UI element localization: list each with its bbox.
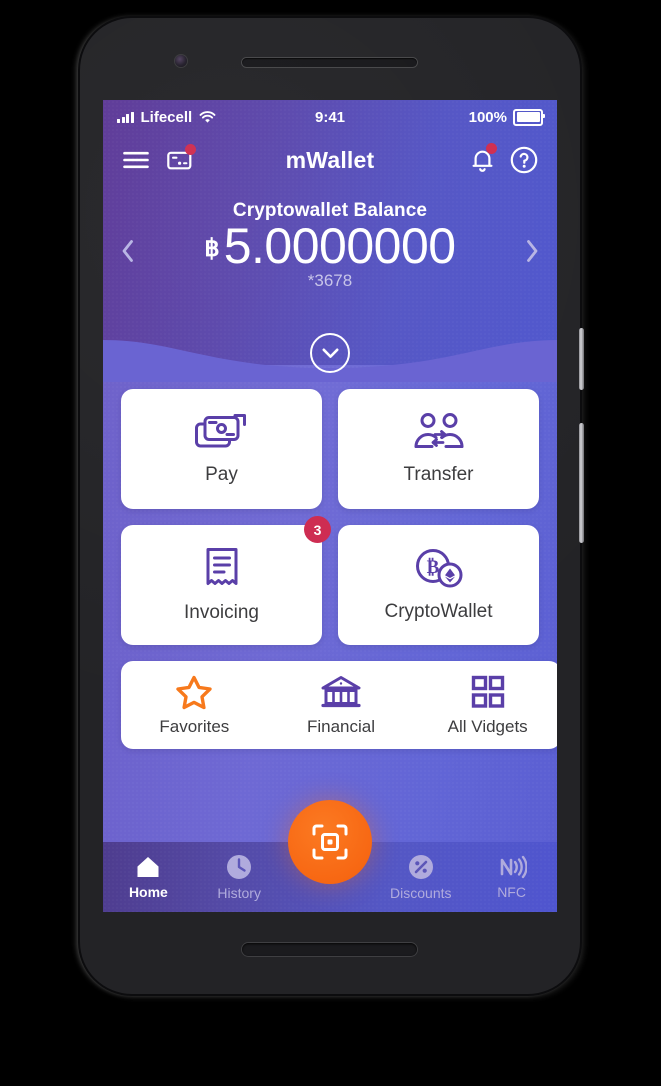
earpiece-speaker bbox=[242, 58, 417, 67]
card-label: Pay bbox=[205, 464, 238, 485]
card-label: Invoicing bbox=[184, 602, 259, 623]
tab-nfc[interactable]: NFC bbox=[466, 854, 557, 900]
widget-all-vidgets[interactable]: All Vidgets bbox=[414, 674, 557, 737]
widget-label: Financial bbox=[306, 716, 376, 736]
people-exchange-icon bbox=[414, 413, 463, 448]
widget-financial[interactable]: Financial bbox=[268, 674, 415, 737]
phone-device-frame: Lifecell 9:41 100% mWallet Cryptowallet … bbox=[80, 18, 584, 994]
widget-label: Favorites bbox=[159, 716, 230, 736]
bank-icon bbox=[321, 675, 361, 707]
status-badge: 3 bbox=[304, 516, 331, 543]
battery-percent-label: 100% bbox=[468, 108, 507, 126]
carrier-label: Lifecell bbox=[140, 108, 193, 126]
balance-block: Cryptowallet Balance ฿ 5.0000000 *3678 bbox=[103, 186, 557, 291]
hamburger-menu-icon[interactable] bbox=[119, 143, 153, 177]
tab-label: History bbox=[217, 885, 261, 901]
card-badge-dot bbox=[185, 144, 196, 155]
tab-label: Discounts bbox=[390, 885, 452, 901]
wifi-icon bbox=[199, 110, 216, 123]
phone-screen: Lifecell 9:41 100% mWallet Cryptowallet … bbox=[103, 100, 557, 912]
signal-bars-icon bbox=[117, 111, 134, 123]
percent-icon bbox=[408, 855, 433, 879]
front-camera-icon bbox=[175, 55, 187, 67]
volume-button[interactable] bbox=[579, 328, 584, 390]
nfc-icon bbox=[500, 855, 527, 879]
tab-discounts[interactable]: Discounts bbox=[375, 853, 466, 901]
tab-home[interactable]: Home bbox=[103, 854, 194, 900]
card-icon[interactable] bbox=[163, 143, 197, 177]
widgets-bar: Favorites Financial All Vidgets bbox=[121, 661, 557, 749]
tab-label: Home bbox=[128, 884, 168, 900]
power-button[interactable] bbox=[579, 423, 584, 543]
bitcoin-ethereum-coins-icon: ₿ bbox=[415, 549, 462, 588]
status-bar: Lifecell 9:41 100% bbox=[103, 100, 557, 134]
bottom-navigation: Home History Discounts NFC bbox=[103, 800, 557, 912]
status-bar-right: 100% bbox=[468, 108, 545, 126]
app-bar: mWallet bbox=[103, 134, 557, 186]
balance-amount-row: ฿ 5.0000000 bbox=[103, 220, 557, 273]
bell-icon[interactable] bbox=[465, 143, 499, 177]
tab-label: NFC bbox=[497, 884, 526, 900]
banknote-arrow-icon bbox=[194, 414, 246, 448]
grid-squares-icon bbox=[471, 675, 504, 708]
clock-icon bbox=[227, 855, 252, 879]
bell-badge-dot bbox=[486, 143, 497, 154]
account-mask: *3678 bbox=[307, 271, 353, 290]
balance-amount: 5.0000000 bbox=[223, 218, 456, 274]
chevron-down-circle-icon[interactable] bbox=[310, 333, 350, 373]
chevron-left-icon[interactable] bbox=[113, 234, 143, 268]
home-icon bbox=[137, 857, 159, 877]
currency-symbol: ฿ bbox=[204, 235, 220, 262]
tab-history[interactable]: History bbox=[194, 853, 285, 901]
widget-favorites[interactable]: Favorites bbox=[121, 674, 268, 737]
question-circle-icon[interactable] bbox=[507, 143, 541, 177]
receipt-icon bbox=[206, 548, 237, 585]
card-cryptowallet[interactable]: ₿ CryptoWallet bbox=[338, 525, 539, 645]
home-button[interactable] bbox=[242, 943, 417, 956]
screenshot-root: Lifecell 9:41 100% mWallet Cryptowallet … bbox=[0, 0, 661, 1086]
header-section: Lifecell 9:41 100% mWallet Cryptowallet … bbox=[103, 100, 557, 365]
shortcut-card-grid: Pay Transfer 3 Invoicing ₿ CryptoWallet bbox=[103, 365, 557, 645]
card-label: Transfer bbox=[403, 464, 474, 485]
card-pay[interactable]: Pay bbox=[121, 389, 322, 509]
card-label: CryptoWallet bbox=[384, 601, 493, 622]
qr-scan-icon[interactable] bbox=[288, 800, 372, 884]
star-icon bbox=[176, 675, 213, 709]
body-section: Pay Transfer 3 Invoicing ₿ CryptoWallet … bbox=[103, 365, 557, 912]
chevron-right-icon[interactable] bbox=[517, 234, 547, 268]
status-bar-left: Lifecell bbox=[117, 109, 216, 126]
card-invoicing[interactable]: 3 Invoicing bbox=[121, 516, 331, 645]
card-transfer[interactable]: Transfer bbox=[338, 389, 539, 509]
battery-full-icon bbox=[513, 108, 545, 126]
widget-label: All Vidgets bbox=[447, 716, 528, 736]
